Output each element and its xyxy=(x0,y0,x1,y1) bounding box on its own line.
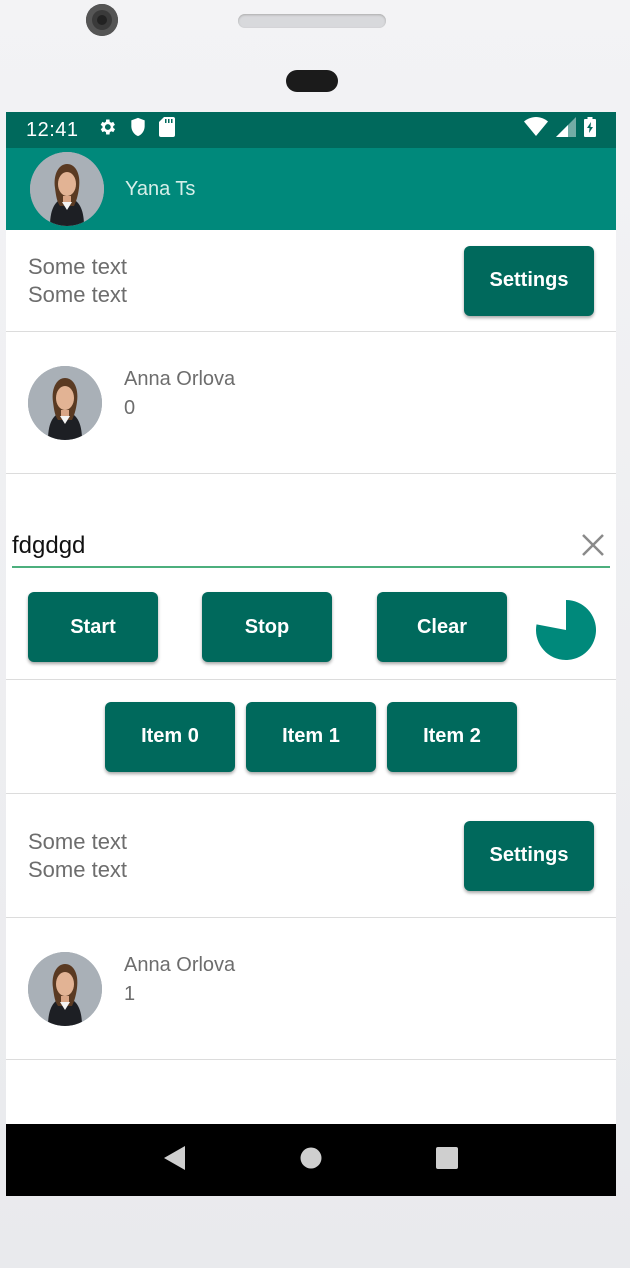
text-line-1: Some text xyxy=(28,253,128,279)
home-icon[interactable] xyxy=(300,1147,322,1174)
text-row: Some text Some text Settings xyxy=(6,230,616,332)
input-row: Start Stop Clear xyxy=(6,474,616,680)
person-row: Anna Orlova 0 xyxy=(6,332,616,474)
text-field xyxy=(12,526,610,568)
person-name: Anna Orlova xyxy=(124,953,236,976)
person-name: Anna Orlova xyxy=(124,367,236,390)
camera-lens xyxy=(86,4,118,36)
settings-button[interactable]: Settings xyxy=(464,820,594,891)
text-line-2: Some text xyxy=(28,856,128,882)
status-time: 12:41 xyxy=(26,118,79,141)
gear-icon xyxy=(97,117,117,143)
progress-pie-fill xyxy=(536,600,596,660)
proximity-sensor xyxy=(286,70,338,92)
status-bar: 12:41 xyxy=(6,112,616,148)
signal-icon xyxy=(556,117,576,143)
earpiece-speaker xyxy=(238,14,386,28)
back-icon[interactable] xyxy=(163,1145,187,1176)
recents-icon[interactable] xyxy=(435,1146,459,1175)
item-button-0[interactable]: Item 0 xyxy=(105,701,235,772)
progress-pie xyxy=(536,600,596,660)
device-screen: 12:41 Yana Ts Some text Some text Settin… xyxy=(6,112,616,1196)
battery-icon xyxy=(584,117,596,143)
avatar xyxy=(28,365,102,440)
person-value: 1 xyxy=(124,982,136,1005)
person-value: 0 xyxy=(124,396,136,419)
items-row: Item 0 Item 1 Item 2 xyxy=(6,680,616,794)
app-bar: Yana Ts xyxy=(6,148,616,230)
text-row: Some text Some text Settings xyxy=(6,794,616,918)
text-block: Some text Some text xyxy=(28,253,127,309)
stop-button[interactable]: Stop xyxy=(202,592,332,662)
clear-button[interactable]: Clear xyxy=(377,592,507,662)
text-block: Some text Some text xyxy=(28,828,127,884)
controls: Start Stop Clear xyxy=(28,592,598,664)
shield-icon xyxy=(129,117,147,143)
start-button[interactable]: Start xyxy=(28,592,158,662)
text-line-2: Some text xyxy=(28,281,128,307)
person-info: Anna Orlova 1 xyxy=(124,951,235,1009)
avatar[interactable] xyxy=(30,152,104,226)
person-row: Anna Orlova 1 xyxy=(6,918,616,1060)
text-input[interactable] xyxy=(12,526,572,566)
text-line-1: Some text xyxy=(28,828,128,854)
item-button-2[interactable]: Item 2 xyxy=(387,701,517,772)
item-button-1[interactable]: Item 1 xyxy=(246,701,376,772)
close-icon[interactable] xyxy=(580,532,606,558)
sd-card-icon xyxy=(158,117,175,143)
navigation-bar xyxy=(6,1124,616,1196)
person-info: Anna Orlova 0 xyxy=(124,365,235,423)
wifi-icon xyxy=(524,117,548,143)
settings-button[interactable]: Settings xyxy=(464,245,594,316)
app-title: Yana Ts xyxy=(125,177,196,200)
avatar xyxy=(28,951,102,1026)
